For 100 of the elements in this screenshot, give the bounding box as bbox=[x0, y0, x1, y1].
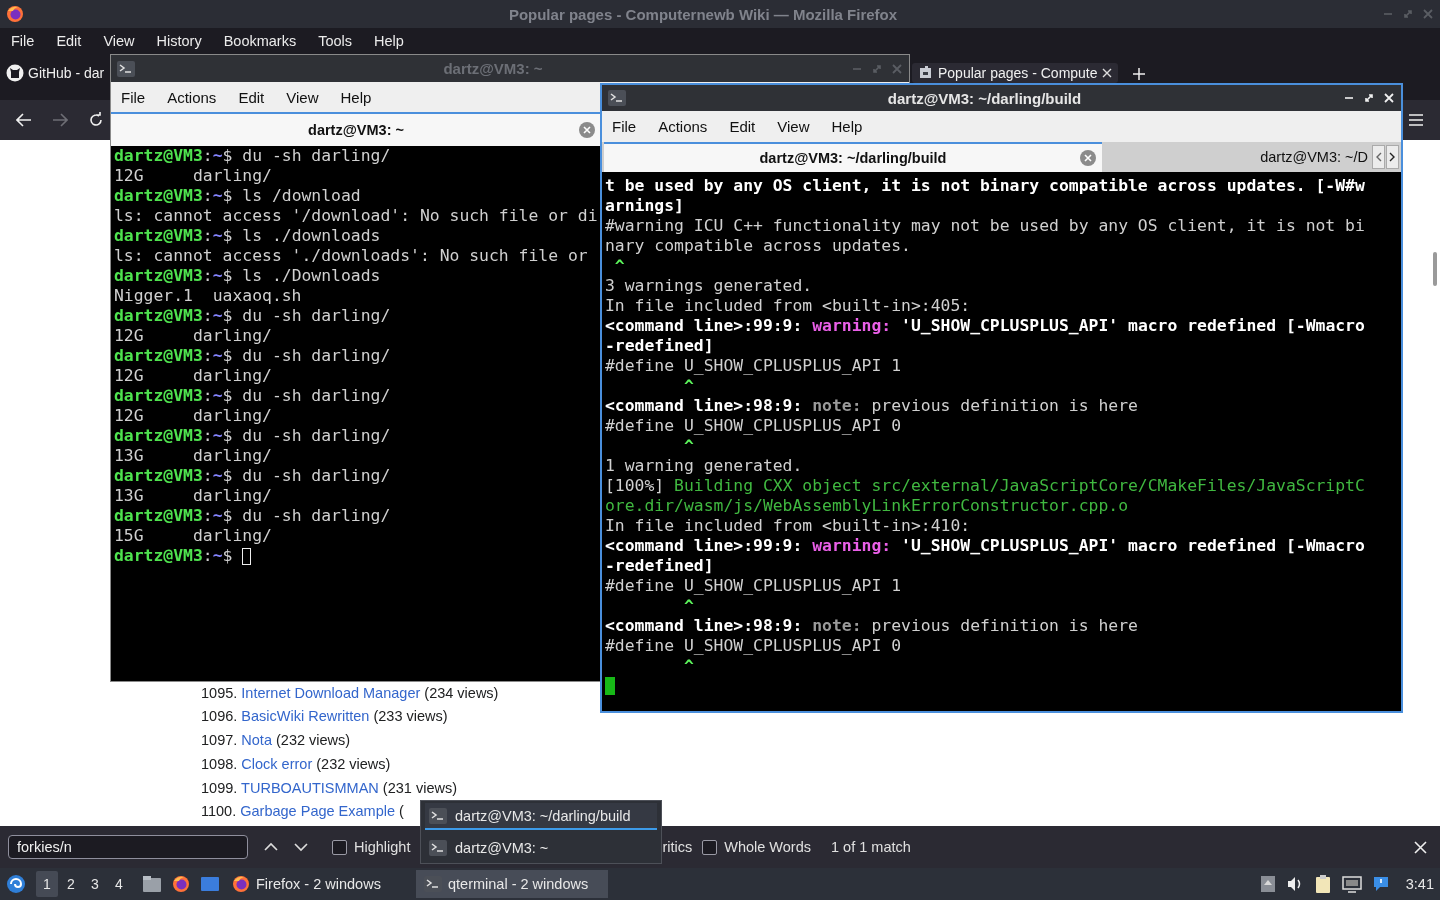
scroll-right-button[interactable] bbox=[1386, 145, 1399, 169]
notification-icon[interactable] bbox=[1371, 875, 1390, 893]
monitor-icon[interactable] bbox=[1341, 875, 1362, 893]
terminal-line: 13G darling/ bbox=[114, 486, 272, 506]
terminal-line: 12G darling/ bbox=[114, 406, 272, 426]
terminal-icon bbox=[429, 807, 447, 824]
terminal-line: In file included from <built-in>:405: bbox=[605, 296, 971, 316]
match-count: 1 of 1 match bbox=[831, 839, 911, 855]
menu-item[interactable]: File bbox=[0, 33, 46, 49]
page-link[interactable]: BasicWiki Rewritten bbox=[241, 708, 370, 725]
scroll-left-button[interactable] bbox=[1372, 145, 1385, 169]
menu-item[interactable]: Bookmarks bbox=[212, 33, 308, 49]
maximize-icon[interactable] bbox=[1363, 92, 1375, 104]
ranking-item: 1100. Garbage Page Example ( bbox=[201, 802, 404, 822]
terminal-line: 12G darling/ bbox=[114, 166, 272, 186]
terminal-line: ^ bbox=[682, 436, 694, 456]
ranking-item: 1096. BasicWiki Rewritten (233 views) bbox=[201, 707, 448, 727]
option-label: Highlight bbox=[354, 839, 411, 855]
terminal-line: dartz@VM3:~$ du -sh darling/ bbox=[114, 146, 391, 166]
app-menu-icon[interactable] bbox=[6, 874, 26, 894]
terminal-line: 12G darling/ bbox=[114, 366, 272, 386]
browser-logo-icon bbox=[232, 875, 250, 893]
terminal-line: ^ bbox=[613, 256, 625, 276]
terminal-line: <command line>:99:9: warning: 'U_SHOW_CPLUSPLUS_API' macro redefined [-Wmacro bbox=[605, 536, 1365, 556]
whole-words-checkbox[interactable] bbox=[702, 839, 718, 855]
terminal-line: dartz@VM3:~$ ls ./Downloads bbox=[114, 266, 381, 286]
menu-item[interactable]: Actions bbox=[647, 118, 719, 135]
terminal-line: dartz@VM3:~$ ls ./downloads bbox=[114, 226, 381, 246]
menu-item[interactable]: File bbox=[602, 118, 648, 135]
ranking-item: 1099. TURBOAUTISMMAN (231 views) bbox=[201, 778, 457, 798]
upload-icon[interactable] bbox=[1259, 875, 1276, 893]
chevron-left-icon[interactable] bbox=[1375, 152, 1382, 162]
ranking-item: 1097. Nota (232 views) bbox=[201, 731, 351, 751]
terminal-line: #define U_SHOW_CPLUSPLUS_API 0 bbox=[605, 416, 902, 436]
terminal-line: 15G darling/ bbox=[114, 526, 272, 546]
menu-item[interactable]: Edit bbox=[45, 33, 93, 49]
page-link[interactable]: Garbage Page Example bbox=[240, 803, 395, 820]
terminal-line: 12G darling/ bbox=[114, 326, 272, 346]
terminal-line: [100%] Building CXX object src/external/JavaScriptCore/CMakeFiles/JavaScriptC bbox=[605, 476, 1365, 496]
scrollbar-thumb[interactable] bbox=[1433, 252, 1437, 286]
menu-item[interactable]: Tools bbox=[307, 33, 364, 49]
folder-icon[interactable] bbox=[142, 875, 162, 893]
terminal-line: dartz@VM3:~$ bbox=[114, 546, 234, 566]
menu-icon[interactable] bbox=[1408, 113, 1424, 127]
workspace-button[interactable]: 4 bbox=[108, 871, 130, 897]
browser-tab[interactable]: GitHub - dar bbox=[0, 63, 111, 83]
browser-tab[interactable]: Popular pages - Compute bbox=[912, 63, 1118, 83]
page-link[interactable]: Clock error bbox=[241, 755, 313, 772]
menu-item[interactable]: Help bbox=[363, 33, 415, 49]
terminal-line: #warning ICU C++ functionality may not be used by any OS client, it is not bi bbox=[605, 216, 1365, 236]
workspace-button[interactable]: 1 bbox=[36, 871, 58, 897]
next-match-icon[interactable] bbox=[294, 842, 308, 852]
menu-item[interactable]: Help bbox=[820, 118, 874, 135]
terminal-line: dartz@VM3:~$ du -sh darling/ bbox=[114, 306, 391, 326]
terminal-line: ^ bbox=[682, 656, 694, 676]
workspace-button[interactable]: 2 bbox=[60, 871, 82, 897]
window-list-item[interactable]: dartz@VM3: ~/darling/build bbox=[425, 803, 657, 830]
taskbar-task[interactable]: Firefox - 2 windows bbox=[224, 870, 408, 898]
highlight-checkbox[interactable] bbox=[332, 839, 347, 855]
terminal-line: dartz@VM3:~$ ls /download bbox=[114, 186, 361, 206]
chevron-right-icon[interactable] bbox=[1389, 152, 1396, 162]
terminal-line: ls: cannot access './downloads': No such file or bbox=[114, 246, 588, 266]
terminal-line: dartz@VM3:~$ du -sh darling/ bbox=[114, 466, 391, 486]
menu-item[interactable]: Edit bbox=[718, 118, 767, 135]
terminal-cursor bbox=[242, 547, 252, 565]
window-title: dartz@VM3: ~/darling/build bbox=[886, 89, 1083, 107]
window-title: Popular pages - Computernewb Wiki — Mozilla Firefox bbox=[507, 5, 899, 23]
terminal-line: ore.dir/wasm/js/WebAssemblyLinkErrorConstructor.cpp.o bbox=[605, 496, 1128, 516]
terminal-line: t be used by any OS client, it is not binary compatible across updates. [-W#w bbox=[605, 176, 1365, 196]
clock[interactable]: 3:41 bbox=[1405, 876, 1434, 892]
terminal-app-icon bbox=[608, 90, 626, 106]
page-link[interactable]: TURBOAUTISMMAN bbox=[241, 779, 379, 796]
terminal-line: ls: cannot access '/download': No such file or di bbox=[114, 206, 598, 226]
ranking-item: 1098. Clock error (232 views) bbox=[201, 754, 391, 774]
ranking-item: 1095. Internet Download Manager (234 views) bbox=[201, 683, 499, 703]
clipboard-icon[interactable] bbox=[1313, 874, 1332, 894]
page-link[interactable]: Nota bbox=[241, 732, 272, 749]
terminal-line: arnings] bbox=[605, 196, 684, 216]
page-link[interactable]: Internet Download Manager bbox=[241, 684, 421, 701]
close-tab-icon[interactable] bbox=[1101, 68, 1112, 78]
taskbar-task[interactable]: qterminal - 2 windows bbox=[416, 870, 608, 898]
workspace-button[interactable]: 3 bbox=[84, 871, 106, 897]
terminal-line: Nigger.1 uaxaoq.sh bbox=[114, 286, 302, 306]
terminal-tab[interactable]: dartz@VM3: ~/darling/build bbox=[604, 142, 1102, 172]
find-field[interactable]: forkies/n bbox=[8, 835, 248, 859]
terminal-line: -redefined] bbox=[605, 336, 714, 356]
menu-item[interactable]: View bbox=[92, 33, 146, 49]
new-tab-icon[interactable] bbox=[1132, 67, 1146, 81]
back-arrow-icon[interactable] bbox=[16, 113, 32, 127]
terminal-line: #define U_SHOW_CPLUSPLUS_API 1 bbox=[605, 356, 902, 376]
browser-logo-icon bbox=[6, 5, 24, 23]
menu-item[interactable]: View bbox=[766, 118, 821, 135]
option-label: Whole Words bbox=[724, 839, 811, 855]
terminal-line: dartz@VM3:~$ du -sh darling/ bbox=[114, 506, 391, 526]
terminal-line: nary compatible across updates. bbox=[605, 236, 911, 256]
desktop-icon[interactable] bbox=[200, 875, 220, 893]
previous-match-icon[interactable] bbox=[264, 842, 278, 852]
terminal-line: #define U_SHOW_CPLUSPLUS_API 0 bbox=[605, 636, 902, 656]
terminal-line: dartz@VM3:~$ du -sh darling/ bbox=[114, 386, 391, 406]
menu-item[interactable]: History bbox=[145, 33, 213, 49]
